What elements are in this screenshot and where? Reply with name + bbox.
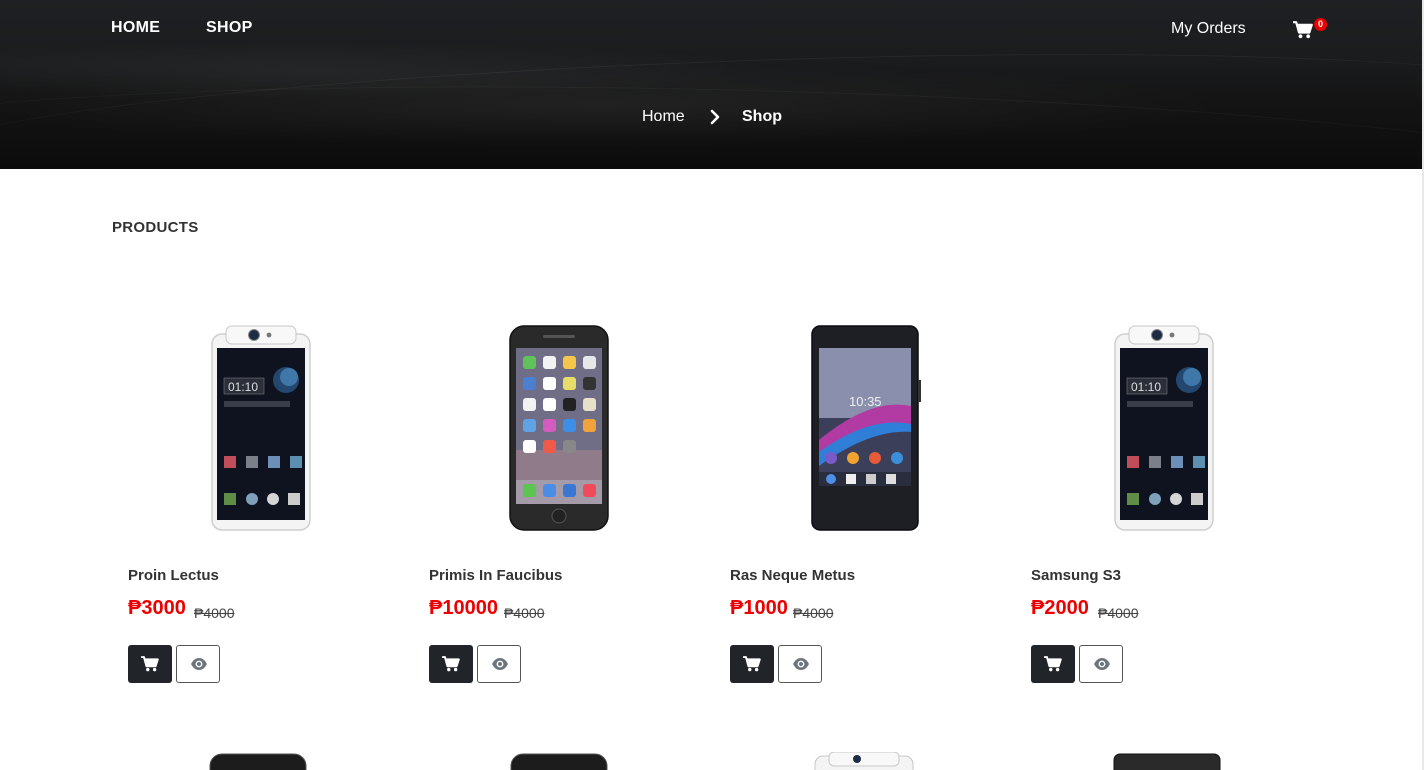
breadcrumb: Home Shop xyxy=(0,108,1424,128)
product-name[interactable]: Proin Lectus xyxy=(128,567,219,584)
cart-count-badge: 0 xyxy=(1314,18,1327,31)
eye-icon xyxy=(1094,658,1110,670)
product-card: 01:10 Samsung S3 ₱2000 ₱4000 xyxy=(1031,320,1321,690)
product-image[interactable]: 10:35 xyxy=(730,320,990,532)
add-to-cart-button[interactable] xyxy=(429,645,473,683)
product-image[interactable] xyxy=(803,752,923,770)
product-old-price: ₱4000 xyxy=(504,605,545,621)
nav-shop-link[interactable]: SHOP xyxy=(206,19,253,37)
shopping-cart-icon xyxy=(1293,21,1313,39)
product-image[interactable] xyxy=(1102,752,1222,770)
view-product-button[interactable] xyxy=(477,645,521,683)
breadcrumb-home-link[interactable]: Home xyxy=(642,108,685,126)
breadcrumb-current: Shop xyxy=(742,108,782,125)
product-name[interactable]: Ras Neque Metus xyxy=(730,567,855,584)
product-image[interactable]: 01:10 xyxy=(128,320,388,532)
product-card: 10:35 Ras Neque Metus ₱1000 ₱4000 xyxy=(730,320,1020,690)
product-card: Primis In Faucibus ₱10000 ₱4000 xyxy=(429,320,719,690)
svg-text:01:10: 01:10 xyxy=(1131,380,1161,394)
svg-text:01:10: 01:10 xyxy=(228,380,258,394)
cart-button[interactable]: 0 xyxy=(1293,18,1329,42)
product-image[interactable]: 01:10 xyxy=(1031,320,1291,532)
nav-my-orders-link[interactable]: My Orders xyxy=(1171,20,1246,38)
svg-text:10:35: 10:35 xyxy=(849,394,882,409)
shopping-cart-icon xyxy=(442,656,460,672)
view-product-button[interactable] xyxy=(1079,645,1123,683)
add-to-cart-button[interactable] xyxy=(128,645,172,683)
product-name[interactable]: Primis In Faucibus xyxy=(429,567,562,584)
eye-icon xyxy=(492,658,508,670)
shopping-cart-icon xyxy=(1044,656,1062,672)
view-product-button[interactable] xyxy=(176,645,220,683)
product-card: 01:10 Proin Lectus ₱3000 ₱4000 xyxy=(128,320,418,690)
product-price: ₱3000 xyxy=(128,597,186,619)
view-product-button[interactable] xyxy=(778,645,822,683)
product-old-price: ₱4000 xyxy=(793,605,834,621)
hero-header: HOME SHOP My Orders 0 Home Shop xyxy=(0,0,1424,169)
eye-icon xyxy=(793,658,809,670)
product-price: ₱10000 xyxy=(429,597,498,619)
product-image[interactable] xyxy=(499,752,619,770)
add-to-cart-button[interactable] xyxy=(730,645,774,683)
product-image[interactable] xyxy=(198,752,318,770)
nav-home-link[interactable]: HOME xyxy=(111,19,160,37)
product-image[interactable] xyxy=(429,320,689,532)
shopping-cart-icon xyxy=(743,656,761,672)
section-title: PRODUCTS xyxy=(112,219,199,236)
product-price: ₱2000 xyxy=(1031,597,1089,619)
chevron-right-icon xyxy=(710,109,720,125)
product-name[interactable]: Samsung S3 xyxy=(1031,567,1121,584)
product-old-price: ₱4000 xyxy=(1098,605,1139,621)
product-old-price: ₱4000 xyxy=(194,605,235,621)
eye-icon xyxy=(191,658,207,670)
shopping-cart-icon xyxy=(141,656,159,672)
add-to-cart-button[interactable] xyxy=(1031,645,1075,683)
product-price: ₱1000 xyxy=(730,597,788,619)
